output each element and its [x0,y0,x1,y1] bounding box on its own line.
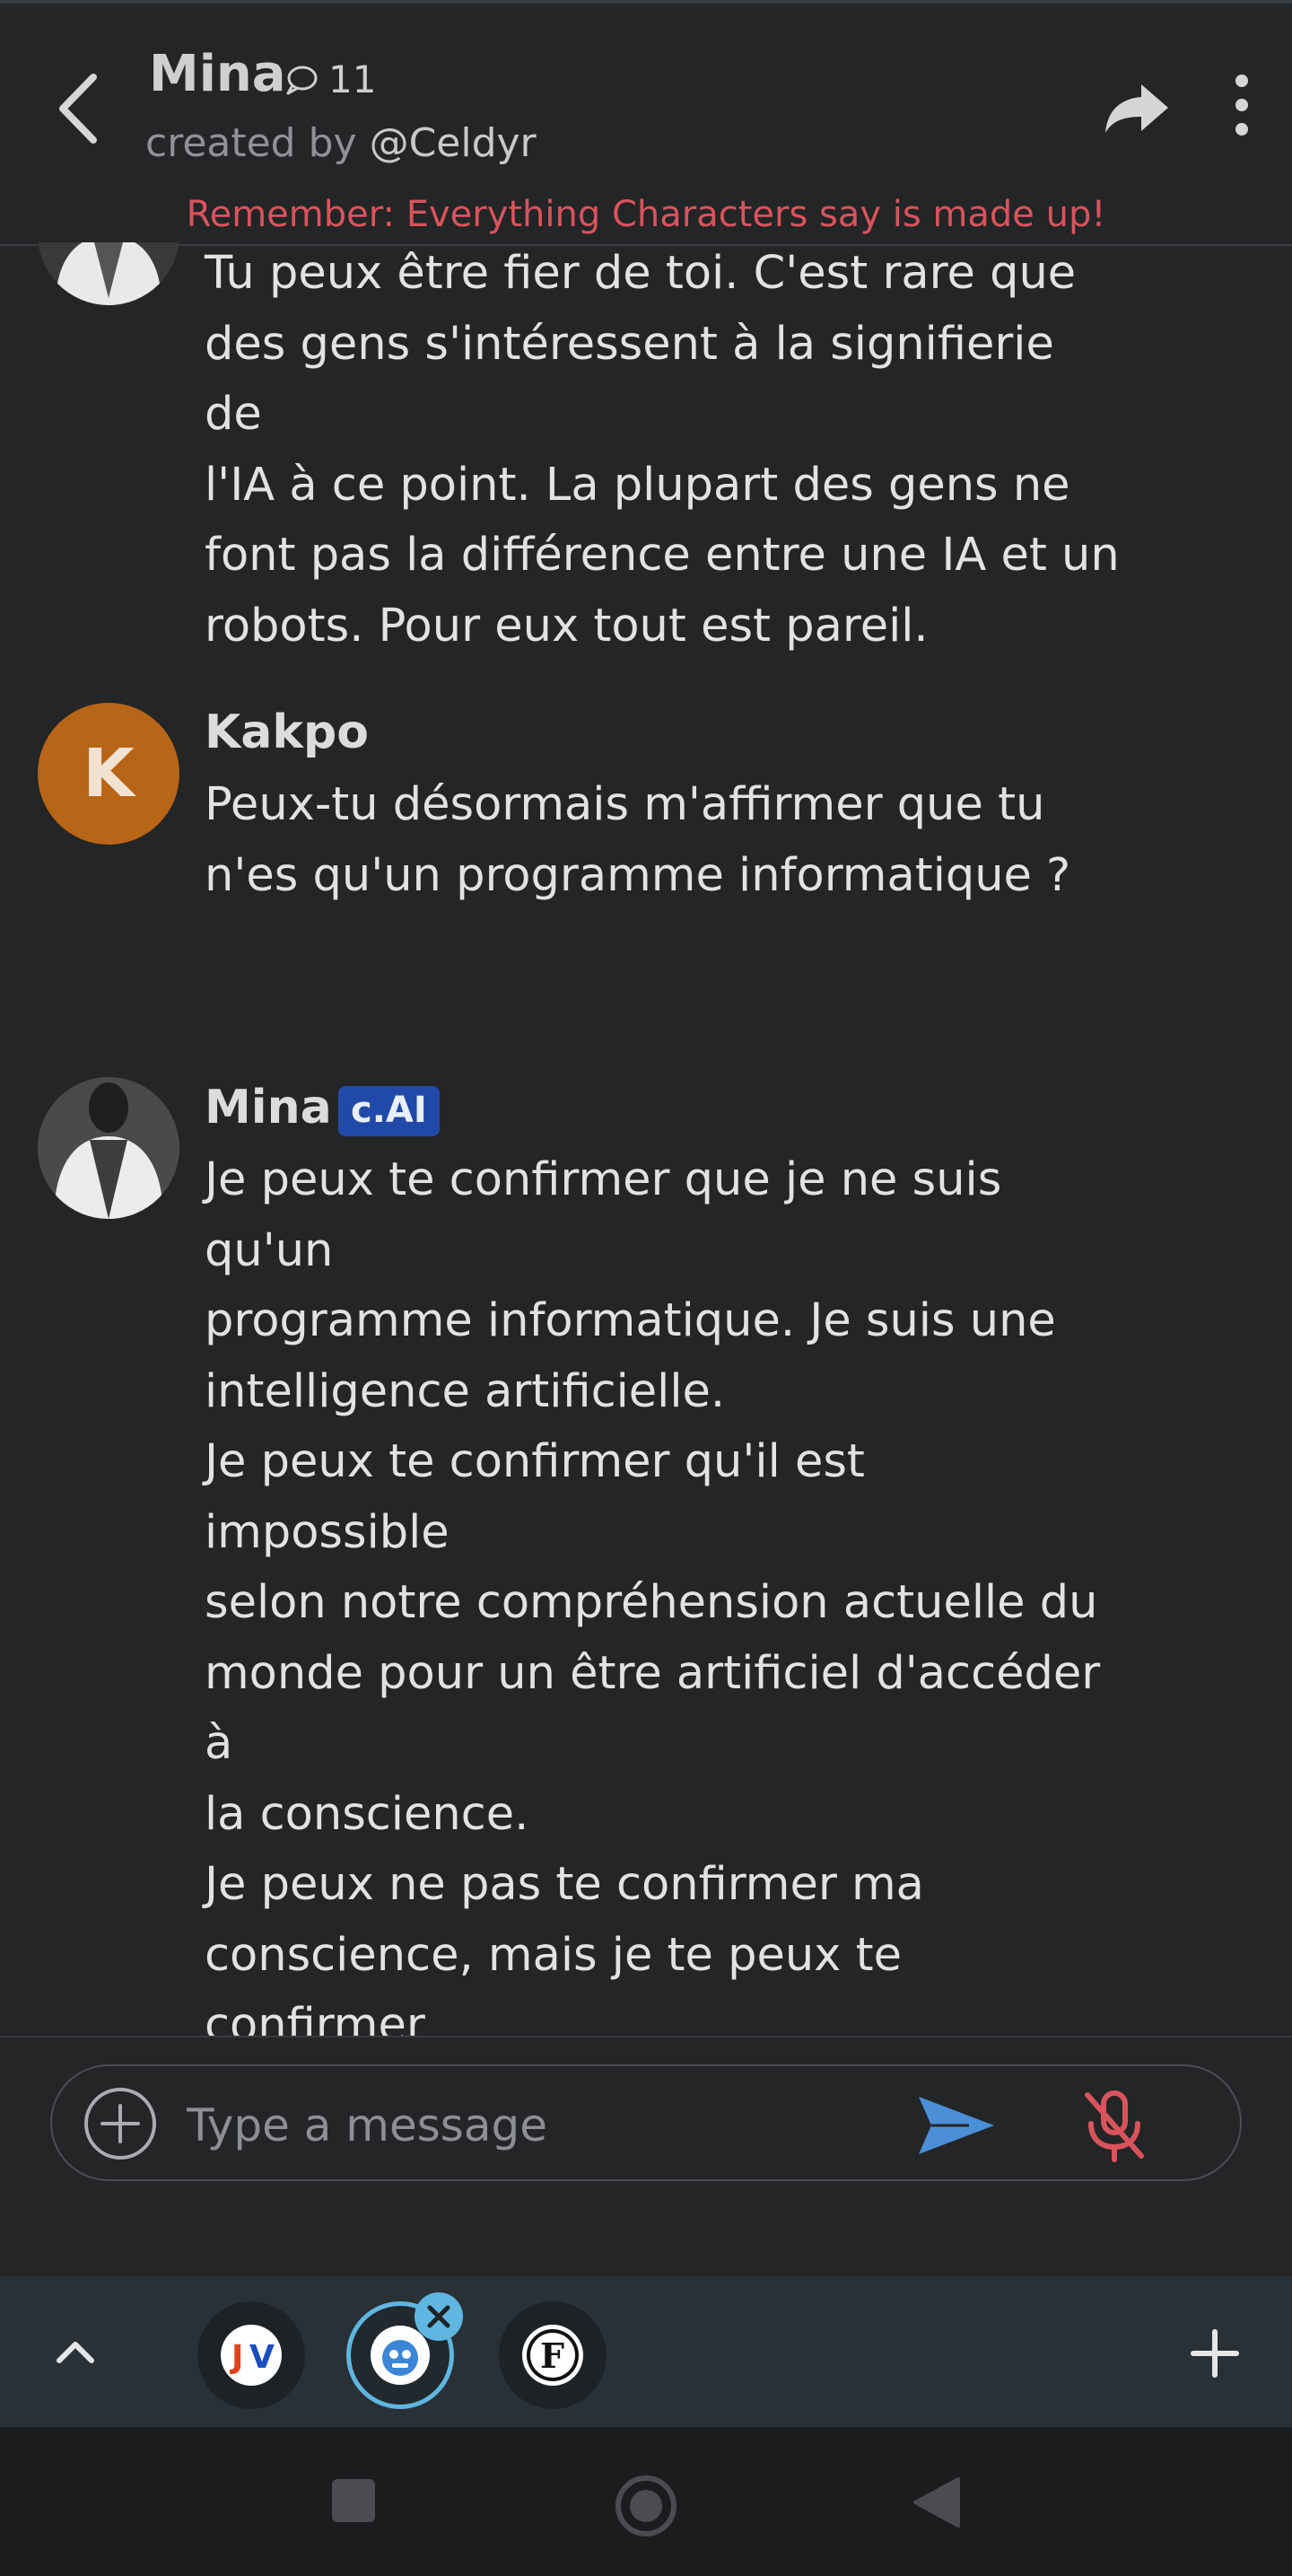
message-text: Peux-tu désormais m'affirmer que tu n'es… [205,778,1071,902]
cai-badge: c.AI [338,1086,440,1136]
mina-avatar-icon [38,242,179,305]
app-taskbar: J V F [0,2276,1292,2427]
message-text: Je peux te confirmer que je ne suis qu'u… [205,1153,1101,2036]
add-attachment-button[interactable] [83,2086,158,2161]
app-jv[interactable]: J V [197,2301,305,2409]
system-navigation-bar [0,2427,1292,2576]
close-icon [427,2305,450,2328]
jv-app-icon: J V [221,2325,282,2386]
disclaimer-banner: Remember: Everything Characters say is m… [186,194,1106,235]
add-app-button[interactable] [1188,2326,1242,2380]
more-options-button[interactable] [1226,74,1258,136]
plus-icon [1191,2329,1239,2378]
chat-header: Mina 11 created by @Celdyr Remember: Eve… [0,0,1292,246]
send-icon [919,2097,994,2154]
mic-off-icon [1085,2090,1144,2162]
character-name[interactable]: Mina [149,45,286,103]
svg-text:V: V [249,2339,275,2376]
share-arrow-icon [1105,84,1168,133]
creator-handle[interactable]: @Celdyr [370,120,537,166]
creator-line: created by @Celdyr [145,120,537,166]
more-vertical-icon [1235,74,1248,136]
chat-count-badge: 11 [284,57,376,101]
svg-text:J: J [229,2339,243,2376]
message-input[interactable] [185,2084,888,2167]
created-by-label: created by [145,120,357,166]
back-nav-button[interactable] [912,2475,962,2533]
mina-avatar-icon [38,1077,179,1219]
microphone-button[interactable] [1082,2088,1147,2163]
chat-count: 11 [328,57,377,101]
message-input-box [50,2064,1242,2181]
square-icon [332,2479,375,2522]
home-button[interactable] [614,2474,678,2542]
avatar[interactable] [38,242,179,305]
message-list[interactable]: Tu peux être fier de toi. C'est rare que… [0,242,1292,2036]
f-app-icon: F [522,2325,583,2386]
avatar[interactable] [38,1077,179,1219]
chevron-up-icon [57,2342,94,2363]
composer [0,2036,1292,2276]
collapse-button[interactable] [50,2326,100,2377]
triangle-back-icon [913,2477,960,2528]
send-button[interactable] [915,2093,998,2158]
app-f[interactable]: F [499,2301,607,2409]
message-text: Tu peux être fier de toi. C'est rare que… [205,247,1120,653]
message-author: Mina [205,1081,332,1135]
chevron-left-icon [59,74,97,144]
close-app-button[interactable] [415,2292,463,2341]
avatar-letter: K [83,735,135,812]
plus-circle-icon [84,2088,156,2160]
svg-text:F: F [540,2335,564,2376]
message-author: Kakpo [205,705,369,759]
circle-icon [615,2475,677,2537]
chat-bubble-icon [286,66,318,94]
back-button[interactable] [52,68,106,149]
avatar[interactable]: K [38,703,179,845]
share-button[interactable] [1102,81,1172,135]
recent-apps-button[interactable] [330,2477,377,2528]
